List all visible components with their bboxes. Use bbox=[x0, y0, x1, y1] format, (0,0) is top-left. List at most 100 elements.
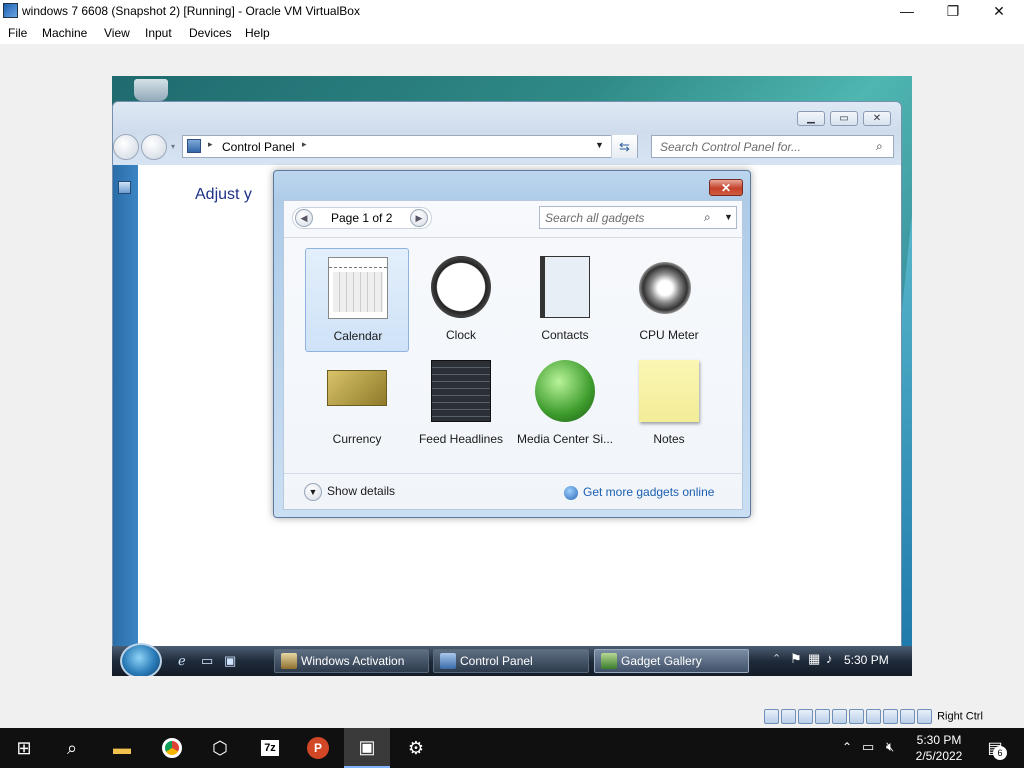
network-adapter-icon[interactable] bbox=[815, 709, 830, 724]
cp-maximize-button[interactable]: ▭ bbox=[830, 111, 858, 126]
get-more-gadgets-link[interactable]: Get more gadgets online bbox=[564, 485, 714, 500]
cp-minimize-button[interactable]: ▁ bbox=[797, 111, 825, 126]
chrome-icon[interactable] bbox=[158, 734, 186, 762]
gadget-gallery-dialog: ✕ ◀ Page 1 of 2 ▶ Search all gadgets ⌕ ▼… bbox=[273, 170, 751, 518]
close-button[interactable]: ✕ bbox=[976, 0, 1022, 22]
volume-muted-icon[interactable]: 🔇︎ bbox=[886, 739, 894, 755]
menu-machine[interactable]: Machine bbox=[42, 26, 87, 40]
audio-icon[interactable] bbox=[798, 709, 813, 724]
virtualbox-vm-taskbar-button[interactable]: ▣ bbox=[344, 728, 390, 768]
powerpoint-icon[interactable]: P bbox=[304, 734, 332, 762]
vm-window-icon: ▣ bbox=[358, 736, 376, 757]
cpu-meter-icon bbox=[639, 262, 691, 314]
recent-pages-chevron-icon[interactable]: ▾ bbox=[171, 142, 175, 151]
cpu-icon[interactable] bbox=[900, 709, 915, 724]
host-date: 2/5/2022 bbox=[915, 749, 963, 763]
menu-view[interactable]: View bbox=[104, 26, 130, 40]
settings-gear-icon[interactable]: ⚙ bbox=[402, 734, 430, 762]
host-time: 5:30 PM bbox=[916, 733, 962, 747]
address-dropdown-icon[interactable]: ▼ bbox=[595, 140, 604, 150]
gadget-currency[interactable]: Currency bbox=[305, 352, 409, 456]
back-button[interactable] bbox=[113, 134, 139, 160]
vbox-menubar: File Machine View Input Devices Help bbox=[0, 22, 1024, 44]
gadget-label: Contacts bbox=[541, 328, 589, 342]
search-icon[interactable]: ⌕ bbox=[704, 210, 711, 225]
host-key-label: Right Ctrl bbox=[937, 710, 983, 723]
host-clock[interactable]: 5:30 PM 2/5/2022 bbox=[908, 732, 970, 764]
network-icon[interactable]: ▭ bbox=[862, 739, 874, 755]
control-panel-icon bbox=[187, 139, 201, 153]
optical-drive-icon[interactable] bbox=[781, 709, 796, 724]
gadget-clock[interactable]: Clock bbox=[409, 248, 513, 352]
taskbar-control-panel[interactable]: Control Panel bbox=[433, 649, 589, 673]
refresh-icon: ⇆ bbox=[619, 138, 630, 154]
maximize-button[interactable]: ❐ bbox=[930, 0, 976, 22]
switch-windows-icon[interactable]: ▣ bbox=[224, 653, 240, 669]
next-page-button[interactable]: ▶ bbox=[410, 209, 428, 227]
control-panel-icon bbox=[440, 653, 456, 669]
action-center-icon[interactable]: ⚑ bbox=[790, 651, 802, 667]
guest-taskbar: ℯ ▭ ▣ Windows Activation Control Panel G… bbox=[112, 643, 912, 676]
menu-file[interactable]: File bbox=[8, 26, 27, 40]
show-details-toggle[interactable]: ▼ Show details bbox=[304, 483, 395, 501]
virtualbox-icon[interactable]: ⬡ bbox=[206, 734, 234, 762]
recording-icon[interactable] bbox=[883, 709, 898, 724]
minimize-button[interactable]: — bbox=[884, 0, 930, 22]
get-more-label: Get more gadgets online bbox=[583, 485, 715, 499]
taskbar-gadget-gallery[interactable]: Gadget Gallery bbox=[594, 649, 749, 673]
network-icon[interactable]: ▦ bbox=[808, 651, 820, 667]
gadget-media-center[interactable]: Media Center Si... bbox=[513, 352, 617, 456]
refresh-button[interactable]: ⇆ bbox=[611, 135, 637, 158]
mouse-integration-icon[interactable] bbox=[917, 709, 932, 724]
recycle-bin-icon[interactable] bbox=[134, 79, 168, 101]
cp-heading: Adjust y bbox=[195, 186, 252, 203]
search-icon[interactable]: ⌕ bbox=[58, 734, 86, 762]
guest-system-tray: ⌃ ⚑ ▦ ♪ 5:30 PM bbox=[772, 650, 912, 672]
search-icon[interactable]: ⌕ bbox=[876, 139, 883, 154]
page-navigator: ◀ Page 1 of 2 ▶ bbox=[292, 207, 432, 229]
gallery-close-button[interactable]: ✕ bbox=[709, 179, 743, 196]
guest-clock[interactable]: 5:30 PM bbox=[844, 653, 889, 667]
breadcrumb-arrow-icon[interactable]: ▸ bbox=[208, 139, 213, 150]
breadcrumb-arrow-icon[interactable]: ▸ bbox=[302, 139, 307, 150]
menu-devices[interactable]: Devices bbox=[189, 26, 232, 40]
guest-screen[interactable]: ▁ ▭ ✕ ▾ ▸ Control Panel ▸ ▼ ⇆ Search Con… bbox=[112, 76, 912, 676]
previous-page-button[interactable]: ◀ bbox=[295, 209, 313, 227]
clock-icon bbox=[431, 256, 491, 318]
forward-button[interactable] bbox=[141, 134, 167, 160]
hard-disk-icon[interactable] bbox=[764, 709, 779, 724]
gadget-calendar[interactable]: Calendar bbox=[305, 248, 409, 352]
nav-buttons bbox=[113, 134, 173, 160]
breadcrumb-control-panel[interactable]: Control Panel bbox=[222, 140, 295, 154]
taskbar-windows-activation[interactable]: Windows Activation bbox=[274, 649, 429, 673]
cp-left-pane bbox=[113, 165, 138, 661]
usb-icon[interactable] bbox=[832, 709, 847, 724]
volume-icon[interactable]: ♪ bbox=[826, 651, 833, 666]
start-button[interactable] bbox=[120, 643, 162, 676]
search-options-dropdown-icon[interactable]: ▼ bbox=[724, 212, 733, 222]
address-bar[interactable]: ▸ Control Panel ▸ ▼ bbox=[182, 135, 638, 158]
windows-start-icon[interactable]: ⊞ bbox=[10, 734, 38, 762]
taskbar-button-label: Windows Activation bbox=[301, 654, 405, 668]
cp-search-input[interactable]: Search Control Panel for... ⌕ bbox=[651, 135, 894, 158]
show-desktop-icon[interactable]: ▭ bbox=[201, 653, 217, 669]
cp-close-button[interactable]: ✕ bbox=[863, 111, 891, 126]
show-hidden-icons-icon[interactable]: ⌃ bbox=[842, 740, 852, 754]
taskbar-button-label: Control Panel bbox=[460, 654, 533, 668]
gadget-cpu-meter[interactable]: CPU Meter bbox=[617, 248, 721, 352]
notifications-button[interactable]: ▤ 6 bbox=[975, 734, 1015, 762]
file-explorer-icon[interactable]: ▬ bbox=[108, 734, 136, 762]
gadget-search-input[interactable]: Search all gadgets ⌕ ▼ bbox=[539, 206, 737, 229]
menu-input[interactable]: Input bbox=[145, 26, 172, 40]
shared-folders-icon[interactable] bbox=[849, 709, 864, 724]
gadget-label: Clock bbox=[445, 328, 476, 342]
gadget-notes[interactable]: Notes bbox=[617, 352, 721, 456]
show-hidden-icons-icon[interactable]: ⌃ bbox=[772, 652, 781, 665]
menu-help[interactable]: Help bbox=[245, 26, 270, 40]
internet-explorer-icon[interactable]: ℯ bbox=[178, 653, 194, 669]
gadget-label: Media Center Si... bbox=[516, 432, 614, 446]
display-icon[interactable] bbox=[866, 709, 881, 724]
seven-zip-icon[interactable]: 7z bbox=[256, 734, 284, 762]
gadget-contacts[interactable]: Contacts bbox=[513, 248, 617, 352]
gadget-feed-headlines[interactable]: Feed Headlines bbox=[409, 352, 513, 456]
